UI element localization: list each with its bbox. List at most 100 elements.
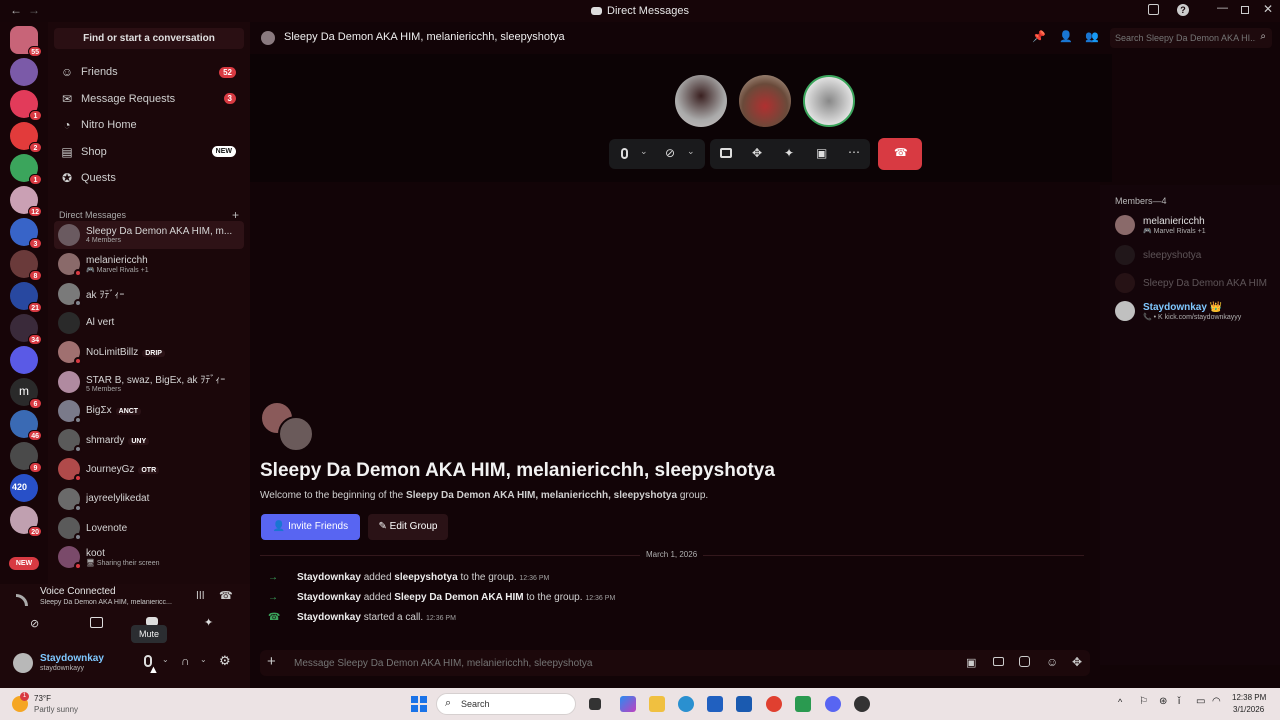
nav-friends[interactable]: ☺ Friends 52 (54, 60, 244, 84)
message-author[interactable]: Staydownkay (297, 572, 361, 583)
member-item[interactable]: Sleepy Da Demon AKA HIM (1115, 271, 1275, 295)
server-icon[interactable]: 6m (10, 378, 42, 409)
avatar[interactable] (13, 653, 33, 673)
add-friend-icon[interactable]: 👤 (1059, 30, 1073, 43)
message-input[interactable] (294, 653, 894, 673)
dm-item[interactable]: Lovenote (54, 514, 244, 542)
search-box[interactable]: ⌕ (1110, 28, 1272, 48)
message-target[interactable]: sleepyshotya (394, 572, 457, 583)
invite-friends-button[interactable]: 👤 Invite Friends (261, 514, 360, 540)
dm-item[interactable]: jayreelylikedat (54, 485, 244, 513)
disconnect-icon[interactable]: ☎ (219, 589, 233, 602)
member-list-icon[interactable]: 👥 (1085, 30, 1099, 43)
wifi-icon[interactable]: ◠ (1212, 696, 1221, 707)
soundboard-icon[interactable]: ✦ (784, 146, 794, 160)
call-avatar-2[interactable] (739, 75, 791, 127)
dm-item[interactable]: ak ｦﾃﾞｨｰ (54, 280, 244, 308)
weather-text[interactable]: Partly sunny (34, 705, 78, 714)
attach-plus-icon[interactable]: + (267, 653, 276, 670)
apps-icon[interactable]: ✥ (1072, 655, 1082, 669)
sticker-icon[interactable] (1019, 656, 1030, 667)
member-item[interactable]: Staydownkay 👑 📞 • K kick.com/staydownkayy… (1115, 299, 1275, 323)
server-icon[interactable]: 12 (10, 186, 42, 217)
call-avatar-3[interactable] (803, 75, 855, 127)
outlook-icon[interactable] (736, 696, 752, 712)
server-icon[interactable]: 46 (10, 410, 42, 441)
new-server-badge[interactable]: NEW (9, 557, 39, 570)
tray-app-icon[interactable]: ⚐ (1139, 696, 1148, 707)
camera-off-button[interactable]: ⊘ (30, 617, 48, 631)
emoji-icon[interactable]: ☺ (1046, 655, 1058, 669)
server-icon[interactable] (10, 346, 38, 374)
taskbar-search[interactable]: ⌕ Search (436, 693, 576, 715)
server-icon[interactable]: 3 (10, 218, 42, 249)
task-view-icon[interactable] (589, 698, 601, 710)
edit-group-button[interactable]: ✎ Edit Group (368, 514, 448, 540)
gift-icon[interactable]: ▣ (816, 146, 827, 160)
dm-item[interactable]: Al vert (54, 309, 244, 337)
store-icon[interactable] (707, 696, 723, 712)
inbox-icon[interactable] (1148, 4, 1159, 15)
member-item[interactable]: melaniericchh 🎮 Marvel Rivals +1 (1115, 213, 1275, 237)
help-icon[interactable]: ? (1177, 4, 1189, 16)
server-icon[interactable]: 2 (10, 122, 42, 153)
voice-channel[interactable]: Sleepy Da Demon AKA HIM, melaniericc... (40, 599, 190, 606)
nav-shop[interactable]: ▤ Shop NEW (54, 140, 244, 164)
server-icon[interactable]: 420 (10, 474, 38, 502)
clock-time[interactable]: 12:38 PM (1232, 693, 1266, 702)
message-author[interactable]: Staydownkay (297, 592, 361, 603)
windows-start-icon[interactable] (411, 696, 427, 712)
microphone-icon[interactable] (621, 148, 628, 159)
share-screen-icon[interactable] (720, 148, 732, 158)
message-target[interactable]: Sleepy Da Demon AKA HIM (394, 592, 523, 603)
dm-item[interactable]: STAR B, swaz, BigEx, ak ｦﾃﾞｨｰ 5 Members (54, 368, 244, 396)
call-avatar-1[interactable] (675, 75, 727, 127)
server-icon[interactable]: 9 (10, 442, 42, 473)
message-author[interactable]: Staydownkay (297, 612, 361, 623)
pin-icon[interactable]: 📌 (1032, 30, 1046, 43)
mic-options-chevron-icon[interactable]: ⌄ (162, 655, 169, 664)
copilot-icon[interactable] (620, 696, 636, 712)
minimize-icon[interactable]: — (1217, 2, 1228, 14)
headphones-icon[interactable]: ∩ (181, 654, 190, 668)
soundboard-button[interactable]: ✦ (204, 616, 213, 629)
gift-icon[interactable]: ▣ (966, 656, 976, 669)
voice-status[interactable]: Voice Connected (40, 586, 116, 597)
search-input[interactable] (1110, 28, 1256, 48)
dm-item[interactable]: JourneyGz OTR (54, 455, 244, 483)
sheets-icon[interactable] (795, 696, 811, 712)
server-icon[interactable]: 8 (10, 250, 42, 281)
dm-item[interactable]: BigΣx ANCT (54, 397, 244, 425)
mic-chevron-icon[interactable]: ⌄ (640, 146, 648, 157)
camera-off-icon[interactable]: ⊘ (665, 146, 675, 160)
member-item[interactable]: sleepyshotya (1115, 243, 1275, 267)
mic-control[interactable]: ⌄ ⊘ ⌄ (609, 139, 705, 169)
tray-chevron-icon[interactable]: ^ (1118, 697, 1122, 707)
plus-icon[interactable]: + (232, 208, 239, 222)
server-icon[interactable]: 20 (10, 506, 42, 537)
edge-icon[interactable] (678, 696, 694, 712)
camera-chevron-icon[interactable]: ⌄ (687, 146, 695, 157)
server-icon[interactable]: 1 (10, 90, 42, 121)
close-window-icon[interactable]: ✕ (1263, 2, 1273, 16)
audio-options-chevron-icon[interactable]: ⌄ (200, 655, 207, 664)
leave-call-button[interactable]: ☎ (878, 138, 922, 170)
maximize-icon[interactable] (1241, 6, 1249, 14)
username[interactable]: Staydownkay (40, 653, 104, 664)
nav-nitro-home[interactable]: ◔ Nitro Home (54, 113, 244, 137)
display-icon[interactable]: ▭ (1196, 696, 1205, 707)
server-icon[interactable]: 55 (10, 26, 42, 57)
temperature[interactable]: 73°F (34, 694, 51, 703)
discord-taskbar-icon[interactable] (825, 696, 841, 712)
find-conversation-button[interactable]: Find or start a conversation (54, 28, 244, 49)
settings-gear-icon[interactable]: ⚙ (219, 653, 231, 669)
file-explorer-icon[interactable] (649, 696, 665, 712)
share-screen-button[interactable] (90, 617, 103, 628)
chrome-icon[interactable] (766, 696, 782, 712)
soundwave-icon[interactable]: ǀǀǀ (196, 590, 205, 602)
dm-item[interactable]: koot 🖥 Sharing their screen (54, 543, 244, 571)
dm-item[interactable]: shmardy UNY (54, 426, 244, 454)
more-options-icon[interactable]: ⋯ (848, 145, 860, 159)
gif-icon[interactable] (993, 657, 1004, 666)
mic-tray-icon[interactable]: ǐ (1178, 696, 1180, 707)
